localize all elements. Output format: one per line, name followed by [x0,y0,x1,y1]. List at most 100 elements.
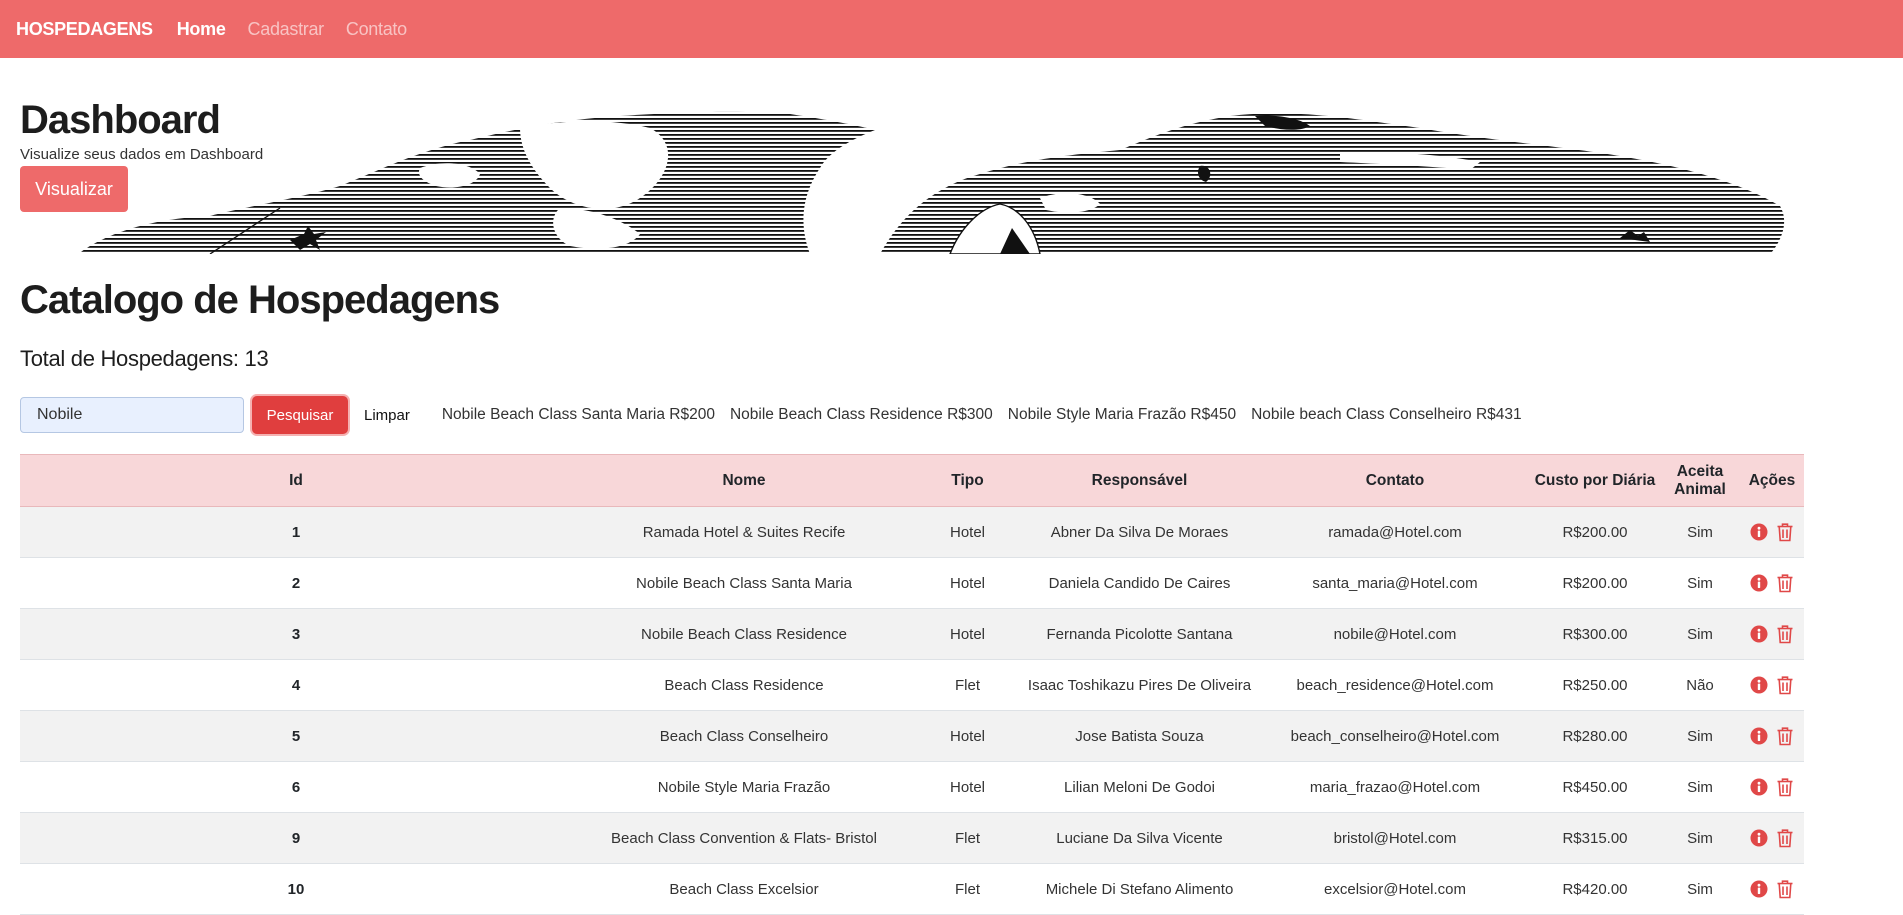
nav-link-contato[interactable]: Contato [346,19,407,40]
cell-acoes [1740,863,1804,915]
visualizar-button[interactable]: Visualizar [20,166,128,212]
cell-custo: R$250.00 [1530,659,1660,711]
cell-contato: bristol@Hotel.com [1260,812,1530,864]
cell-tipo: Hotel [916,761,1019,813]
trash-icon[interactable] [1776,726,1794,746]
cell-custo: R$300.00 [1530,608,1660,660]
trash-icon[interactable] [1776,624,1794,644]
info-icon[interactable] [1750,727,1768,745]
search-suggestions: Nobile Beach Class Santa Maria R$200 Nob… [442,406,1537,424]
cell-contato: beach_conselheiro@Hotel.com [1260,710,1530,762]
cell-id: 9 [20,812,572,864]
cell-nome: Ramada Hotel & Suites Recife [572,506,916,558]
info-icon[interactable] [1750,574,1768,592]
cell-contato: excelsior@Hotel.com [1260,863,1530,915]
table-row: 3 Nobile Beach Class Residence Hotel Fernan… [20,608,1804,660]
suggestion-item[interactable]: Nobile Style Maria Frazão R$450 [1008,406,1236,424]
trash-icon[interactable] [1776,879,1794,899]
trash-icon[interactable] [1776,522,1794,542]
cell-nome: Nobile Beach Class Santa Maria [572,557,916,609]
cell-id: 5 [20,710,572,762]
search-bar: Pesquisar Limpar Nobile Beach Class Sant… [20,396,1537,434]
cell-tipo: Flet [916,812,1019,864]
cell-contato: santa_maria@Hotel.com [1260,557,1530,609]
cell-contato: nobile@Hotel.com [1260,608,1530,660]
table-row: 6 Nobile Style Maria Frazão Hotel Lilian Me… [20,761,1804,813]
cell-id: 10 [20,863,572,915]
cell-tipo: Hotel [916,710,1019,762]
dashboard-title: Dashboard [20,98,221,142]
cell-custo: R$450.00 [1530,761,1660,813]
coastline-illustration [78,111,1785,254]
cell-nome: Beach Class Residence [572,659,916,711]
cell-contato: maria_frazao@Hotel.com [1260,761,1530,813]
info-icon[interactable] [1750,676,1768,694]
cell-animal: Sim [1660,812,1740,864]
cell-responsavel: Isaac Toshikazu Pires De Oliveira [1019,659,1260,711]
cell-acoes [1740,761,1804,813]
search-button[interactable]: Pesquisar [252,396,348,434]
cell-animal: Sim [1660,608,1740,660]
nav-link-cadastrar[interactable]: Cadastrar [248,19,325,40]
nav-link-home[interactable]: Home [177,19,226,40]
info-icon[interactable] [1750,829,1768,847]
cell-responsavel: Jose Batista Souza [1019,710,1260,762]
cell-custo: R$200.00 [1530,557,1660,609]
cell-nome: Beach Class Convention & Flats- Bristol [572,812,916,864]
cell-responsavel: Lilian Meloni De Godoi [1019,761,1260,813]
cell-id: 4 [20,659,572,711]
trash-icon[interactable] [1776,573,1794,593]
cell-custo: R$200.00 [1530,506,1660,558]
header-custo: Custo por Diária [1530,454,1660,507]
clear-button[interactable]: Limpar [364,407,410,424]
header-contato: Contato [1260,454,1530,507]
cell-responsavel: Michele Di Stefano Alimento [1019,863,1260,915]
info-icon[interactable] [1750,778,1768,796]
cell-contato: ramada@Hotel.com [1260,506,1530,558]
search-input[interactable] [20,397,244,433]
trash-icon[interactable] [1776,675,1794,695]
table-row: 9 Beach Class Convention & Flats- Bristol… [20,812,1804,864]
suggestion-item[interactable]: Nobile Beach Class Residence R$300 [730,406,993,424]
trash-icon[interactable] [1776,828,1794,848]
cell-contato: beach_residence@Hotel.com [1260,659,1530,711]
total-count: Total de Hospedagens: 13 [20,346,269,371]
cell-acoes [1740,710,1804,762]
suggestion-item[interactable]: Nobile beach Class Conselheiro R$431 [1251,406,1522,424]
suggestion-item[interactable]: Nobile Beach Class Santa Maria R$200 [442,406,715,424]
cell-animal: Não [1660,659,1740,711]
cell-animal: Sim [1660,557,1740,609]
cell-id: 1 [20,506,572,558]
info-icon[interactable] [1750,625,1768,643]
cell-nome: Nobile Beach Class Residence [572,608,916,660]
hospedagens-table: Id Nome Tipo Responsável Contato Custo p… [20,454,1804,915]
cell-animal: Sim [1660,863,1740,915]
cell-custo: R$315.00 [1530,812,1660,864]
header-animal: Aceita Animal [1660,454,1740,507]
header-acoes: Ações [1740,454,1804,507]
cell-tipo: Flet [916,863,1019,915]
cell-id: 3 [20,608,572,660]
info-icon[interactable] [1750,523,1768,541]
header-responsavel: Responsável [1019,454,1260,507]
cell-responsavel: Luciane Da Silva Vicente [1019,812,1260,864]
cell-acoes [1740,659,1804,711]
cell-tipo: Flet [916,659,1019,711]
cell-animal: Sim [1660,710,1740,762]
table-row: 1 Ramada Hotel & Suites Recife Hotel Abner … [20,506,1804,558]
table-row: 2 Nobile Beach Class Santa Maria Hotel Dani… [20,557,1804,609]
header-id: Id [20,454,572,507]
info-icon[interactable] [1750,880,1768,898]
navbar: HOSPEDAGENS Home Cadastrar Contato [0,0,1903,58]
trash-icon[interactable] [1776,777,1794,797]
cell-custo: R$280.00 [1530,710,1660,762]
navbar-brand[interactable]: HOSPEDAGENS [16,19,153,40]
dashboard-hero: Dashboard Visualize seus dados em Dashbo… [0,58,1903,254]
cell-animal: Sim [1660,761,1740,813]
cell-responsavel: Fernanda Picolotte Santana [1019,608,1260,660]
cell-tipo: Hotel [916,608,1019,660]
table-row: 4 Beach Class Residence Flet Isaac Toshikaz… [20,659,1804,711]
cell-acoes [1740,812,1804,864]
table-row: 10 Beach Class Excelsior Flet Michele Di St… [20,863,1804,915]
table-row: 5 Beach Class Conselheiro Hotel Jose Batist… [20,710,1804,762]
